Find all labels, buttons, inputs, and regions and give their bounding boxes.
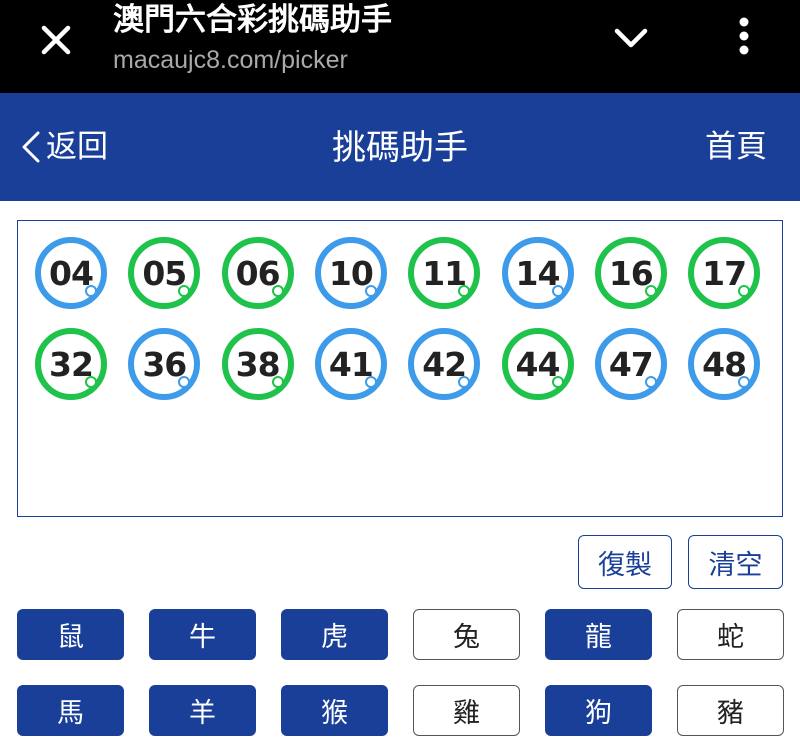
number-ball[interactable]: 06 xyxy=(221,237,294,309)
number-ball[interactable]: 16 xyxy=(594,237,667,309)
number-ball-label: 47 xyxy=(608,344,654,384)
chevron-down-icon[interactable] xyxy=(608,18,654,58)
number-ball[interactable]: 47 xyxy=(594,328,667,400)
ball-highlight xyxy=(458,285,471,297)
number-ball-label: 44 xyxy=(515,344,561,384)
copy-button[interactable]: 復製 xyxy=(578,535,672,589)
zodiac-button[interactable]: 牛 xyxy=(149,609,256,660)
zodiac-button[interactable]: 豬 xyxy=(677,685,784,736)
ball-highlight xyxy=(85,376,97,388)
number-ball[interactable]: 36 xyxy=(128,328,201,400)
zodiac-button[interactable]: 猴 xyxy=(281,685,388,736)
number-ball-label: 36 xyxy=(142,344,187,384)
zodiac-button[interactable]: 狗 xyxy=(545,685,652,736)
ball-highlight xyxy=(178,376,191,388)
ball-highlight xyxy=(551,285,564,297)
number-ball[interactable]: 14 xyxy=(501,237,574,309)
number-ball[interactable]: 11 xyxy=(408,237,481,309)
ball-highlight xyxy=(738,285,751,297)
number-ball[interactable]: 42 xyxy=(408,328,481,400)
clear-button[interactable]: 清空 xyxy=(688,535,783,589)
browser-page-title: 澳門六合彩挑碼助手 xyxy=(113,2,392,38)
zodiac-button[interactable]: 龍 xyxy=(545,609,652,660)
ball-highlight xyxy=(85,285,97,297)
browser-url[interactable]: macaujc8.com/picker xyxy=(113,44,348,76)
number-ball-label: 32 xyxy=(49,344,94,384)
selected-numbers-box: 04 05 06 10 11 14 16 17 32 36 38 41 42 44 47 48 xyxy=(17,220,783,517)
ball-highlight xyxy=(644,285,657,297)
number-ball-label: 17 xyxy=(702,253,747,293)
ball-highlight xyxy=(271,285,284,297)
number-ball[interactable]: 48 xyxy=(688,328,761,400)
ball-highlight xyxy=(738,376,751,388)
number-ball-label: 10 xyxy=(328,253,374,293)
page-title: 挑碼助手 xyxy=(332,128,468,168)
ball-highlight xyxy=(178,285,191,297)
ball-highlight xyxy=(271,376,284,388)
home-button[interactable]: 首頁 xyxy=(705,127,767,167)
zodiac-button[interactable]: 鼠 xyxy=(17,609,124,660)
number-ball-label: 06 xyxy=(235,253,281,293)
ball-highlight xyxy=(458,376,471,388)
app-header: 返回 挑碼助手 首頁 xyxy=(0,93,800,201)
number-ball-label: 38 xyxy=(235,344,281,384)
number-ball[interactable]: 04 xyxy=(35,237,107,309)
number-ball-label: 04 xyxy=(49,253,94,293)
more-vertical-icon[interactable] xyxy=(724,14,764,58)
number-ball-label: 41 xyxy=(328,344,374,384)
number-ball[interactable]: 38 xyxy=(221,328,294,400)
number-ball-label: 42 xyxy=(422,344,467,384)
number-ball-label: 48 xyxy=(702,344,747,384)
ball-highlight xyxy=(364,376,377,388)
zodiac-button[interactable]: 雞 xyxy=(413,685,520,736)
zodiac-button[interactable]: 馬 xyxy=(17,685,124,736)
zodiac-button[interactable]: 蛇 xyxy=(677,609,784,660)
number-ball[interactable]: 32 xyxy=(35,328,107,400)
number-ball[interactable]: 05 xyxy=(128,237,201,309)
number-ball-label: 16 xyxy=(608,253,654,293)
zodiac-button[interactable]: 虎 xyxy=(281,609,388,660)
number-ball-label: 14 xyxy=(515,253,561,293)
zodiac-button[interactable]: 羊 xyxy=(149,685,256,736)
number-ball[interactable]: 17 xyxy=(688,237,761,309)
ball-highlight xyxy=(551,376,564,388)
number-ball[interactable]: 41 xyxy=(314,328,387,400)
number-ball[interactable]: 44 xyxy=(501,328,574,400)
ball-highlight xyxy=(644,376,657,388)
number-ball-label: 11 xyxy=(422,253,467,293)
browser-toolbar: 澳門六合彩挑碼助手 macaujc8.com/picker xyxy=(0,0,800,93)
ball-highlight xyxy=(364,285,377,297)
number-ball[interactable]: 10 xyxy=(314,237,387,309)
zodiac-button[interactable]: 兔 xyxy=(413,609,520,660)
close-icon[interactable] xyxy=(34,18,78,62)
number-ball-label: 05 xyxy=(142,253,187,293)
